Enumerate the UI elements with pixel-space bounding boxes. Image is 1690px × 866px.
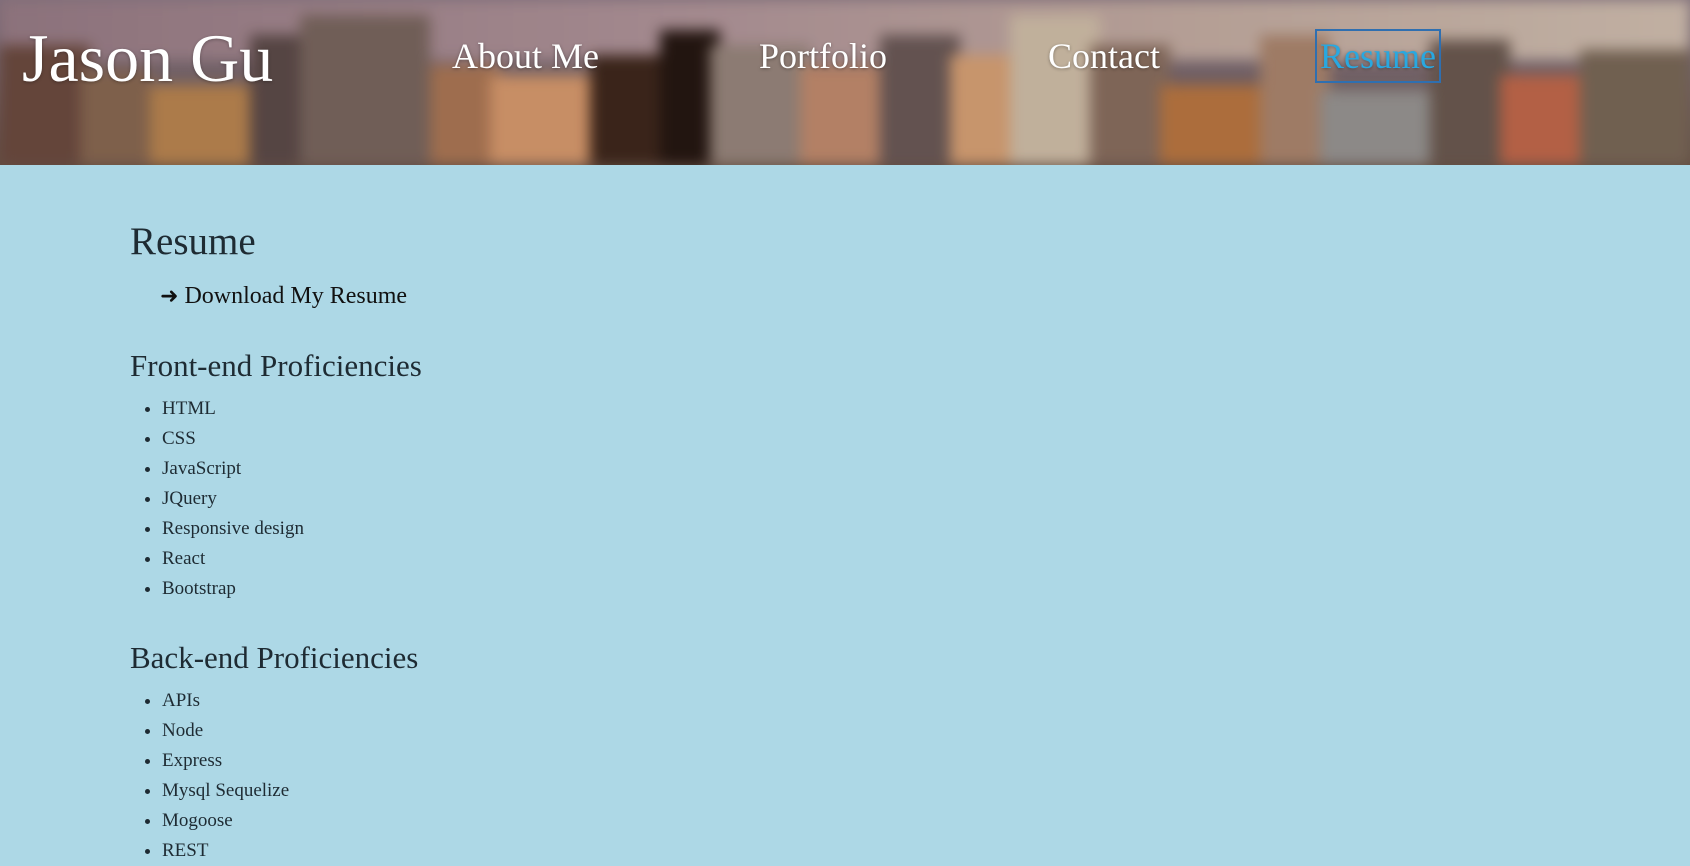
nav-about-me[interactable]: About Me [452, 32, 599, 80]
list-item: JavaScript [162, 454, 1530, 484]
resume-content: Resume ➜ Download My Resume Front-end Pro… [130, 165, 1530, 866]
download-resume-label: Download My Resume [184, 283, 408, 309]
list-item: Responsive design [162, 514, 1530, 544]
nav-contact[interactable]: Contact [1048, 32, 1160, 80]
list-item: REST [162, 836, 1530, 866]
list-item: Mysql Sequelize [162, 776, 1530, 806]
nav-portfolio[interactable]: Portfolio [759, 32, 887, 80]
back-end-title: Back-end Proficiencies [130, 640, 419, 675]
list-item: Bootstrap [162, 574, 1530, 604]
right-arrow-icon: ➜ [160, 284, 179, 309]
back-end-list: APIs Node Express Mysql Sequelize Mogoos… [130, 686, 1530, 866]
front-end-title: Front-end Proficiencies [130, 348, 422, 383]
download-resume-link[interactable]: ➜ Download My Resume [160, 281, 1530, 312]
list-item: Node [162, 716, 1530, 746]
page-title: Resume [130, 220, 256, 263]
header-banner: Jason Gu About Me Portfolio Contact Resu… [0, 0, 1690, 165]
list-item: Express [162, 746, 1530, 776]
list-item: HTML [162, 394, 1530, 424]
list-item: CSS [162, 424, 1530, 454]
list-item: JQuery [162, 484, 1530, 514]
list-item: APIs [162, 686, 1530, 716]
nav-resume[interactable]: Resume [1315, 29, 1441, 83]
list-item: React [162, 544, 1530, 574]
front-end-list: HTML CSS JavaScript JQuery Responsive de… [130, 394, 1530, 604]
list-item: Mogoose [162, 806, 1530, 836]
site-title[interactable]: Jason Gu [22, 18, 273, 98]
